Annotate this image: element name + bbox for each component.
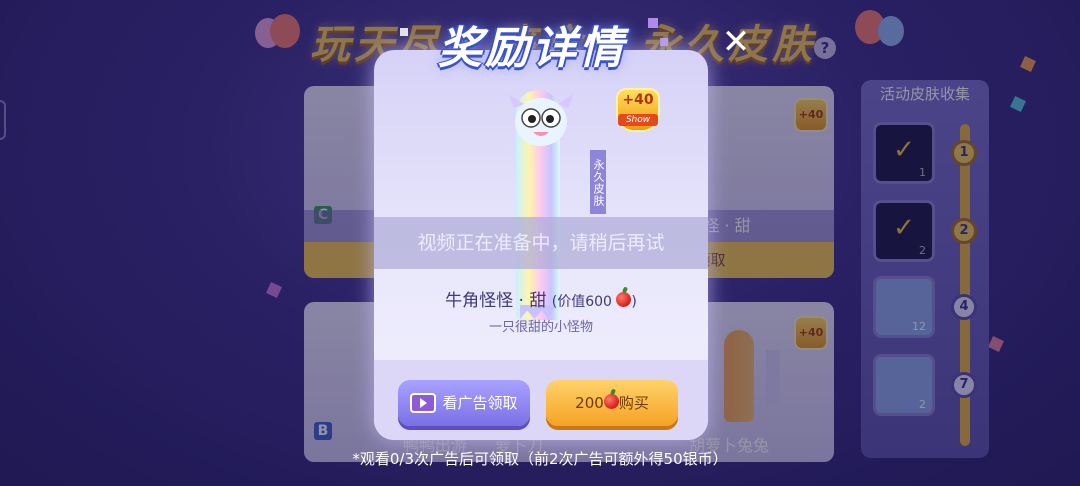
item-value-text: (价值600 <box>551 294 612 310</box>
permanent-skin-tag: 永久皮肤 <box>590 150 606 214</box>
close-icon[interactable]: ✕ <box>720 25 752 59</box>
item-value: (价值600 ) <box>551 292 637 310</box>
buy-button[interactable]: 200 购买 <box>546 380 678 426</box>
buy-price: 200 <box>575 394 604 412</box>
apple-icon <box>616 292 632 307</box>
watch-ad-label: 看广告领取 <box>442 394 518 412</box>
sparkle-decoration <box>648 18 658 28</box>
item-name: 牛角怪怪 · 甜 <box>445 291 547 311</box>
item-description: 一只很甜的小怪物 <box>488 320 593 335</box>
toast-message: 视频正在准备中，请稍后再试 <box>374 217 708 269</box>
item-value-close: ) <box>631 294 637 310</box>
item-title: 牛角怪怪 · 甜 (价值600 ) <box>374 286 708 311</box>
show-amount: +40 <box>622 92 654 108</box>
apple-icon <box>603 394 619 409</box>
sparkle-decoration <box>400 28 408 36</box>
watch-ad-button[interactable]: 看广告领取 <box>398 380 530 426</box>
sparkle-decoration <box>660 38 668 46</box>
show-badge: +40 Show <box>616 88 660 132</box>
modal-title: 奖励详情 <box>438 23 626 74</box>
show-label: Show <box>618 114 658 126</box>
tv-play-icon <box>410 393 437 413</box>
ad-progress-note: *观看0/3次广告后可领取（前2次广告可额外得50银币） <box>352 450 728 468</box>
buy-label: 购买 <box>618 394 649 412</box>
monster-head-icon <box>506 90 576 150</box>
